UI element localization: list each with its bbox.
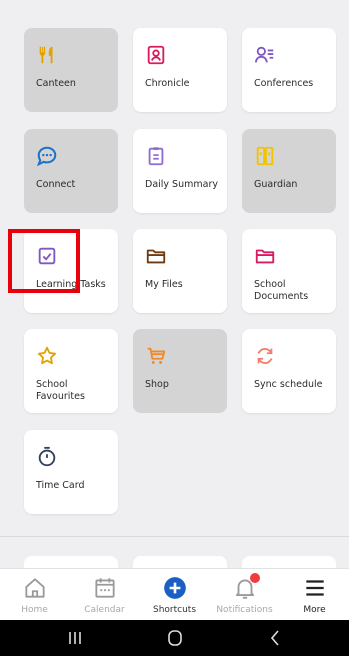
portrait-icon xyxy=(145,44,167,66)
notification-badge xyxy=(250,573,260,583)
tile-school-documents[interactable]: School Documents xyxy=(242,229,336,313)
star-icon xyxy=(36,345,58,367)
tile-label: Chronicle xyxy=(145,78,190,89)
tab-label: Shortcuts xyxy=(152,605,197,615)
tile-sync-schedule[interactable]: Sync schedule xyxy=(242,329,336,413)
tile-label: Time Card xyxy=(36,480,85,491)
tile-time-card[interactable]: Time Card xyxy=(24,430,118,514)
stopwatch-icon xyxy=(36,446,58,468)
guardian-icon xyxy=(254,145,276,167)
tile-connect[interactable]: Connect xyxy=(24,129,118,213)
chat-bubble-icon xyxy=(36,145,58,167)
tab-more[interactable]: More xyxy=(280,569,349,621)
fork-knife-icon xyxy=(36,44,58,66)
highlight-box xyxy=(8,229,80,293)
folder-pink-icon xyxy=(254,245,276,267)
tile-label: School Favourites xyxy=(36,379,85,402)
tile-school-favourites[interactable]: School Favourites xyxy=(24,329,118,413)
back-icon xyxy=(270,630,279,646)
tile-label: Shop xyxy=(145,379,169,390)
tile-my-files[interactable]: My Files xyxy=(133,229,227,313)
home-nav-icon xyxy=(168,630,182,646)
tab-calendar[interactable]: Calendar xyxy=(70,569,139,621)
recent-apps-button[interactable] xyxy=(45,620,105,656)
tile-chronicle[interactable]: Chronicle xyxy=(133,28,227,112)
menu-icon xyxy=(302,575,328,601)
tab-label: Calendar xyxy=(84,605,125,615)
system-nav-bar xyxy=(0,620,349,656)
tile-label: School Documents xyxy=(254,279,309,302)
cart-icon xyxy=(145,345,167,367)
tile-shop[interactable]: Shop xyxy=(133,329,227,413)
home-icon xyxy=(22,575,48,601)
tile-label: Sync schedule xyxy=(254,379,323,390)
tile-label: Guardian xyxy=(254,179,298,190)
recents-icon xyxy=(69,632,81,644)
plus-circle-icon xyxy=(162,575,188,601)
tile-label: Daily Summary xyxy=(145,179,218,190)
back-button[interactable] xyxy=(245,620,305,656)
sync-icon xyxy=(254,345,276,367)
tile-daily-summary[interactable]: Daily Summary xyxy=(133,129,227,213)
tile-conferences[interactable]: Conferences xyxy=(242,28,336,112)
tile-label: Canteen xyxy=(36,78,76,89)
calendar-icon xyxy=(92,575,118,601)
tile-label: Conferences xyxy=(254,78,314,89)
tile-canteen[interactable]: Canteen xyxy=(24,28,118,112)
folder-brown-icon xyxy=(145,245,167,267)
tab-notifications[interactable]: Notifications xyxy=(210,569,279,621)
clipboard-icon xyxy=(145,145,167,167)
tab-label: Home xyxy=(21,605,48,615)
tab-label: More xyxy=(303,605,326,615)
tab-shortcuts[interactable]: Shortcuts xyxy=(140,569,209,621)
tile-label: My Files xyxy=(145,279,183,290)
home-button[interactable] xyxy=(145,620,205,656)
tile-guardian[interactable]: Guardian xyxy=(242,129,336,213)
tab-label: Notifications xyxy=(216,605,273,615)
tab-home[interactable]: Home xyxy=(0,569,69,621)
bottom-tab-bar: Home Calendar Shortcuts Notifications Mo… xyxy=(0,568,349,621)
person-list-icon xyxy=(254,44,276,66)
tile-label: Connect xyxy=(36,179,76,190)
section-divider xyxy=(0,536,349,537)
